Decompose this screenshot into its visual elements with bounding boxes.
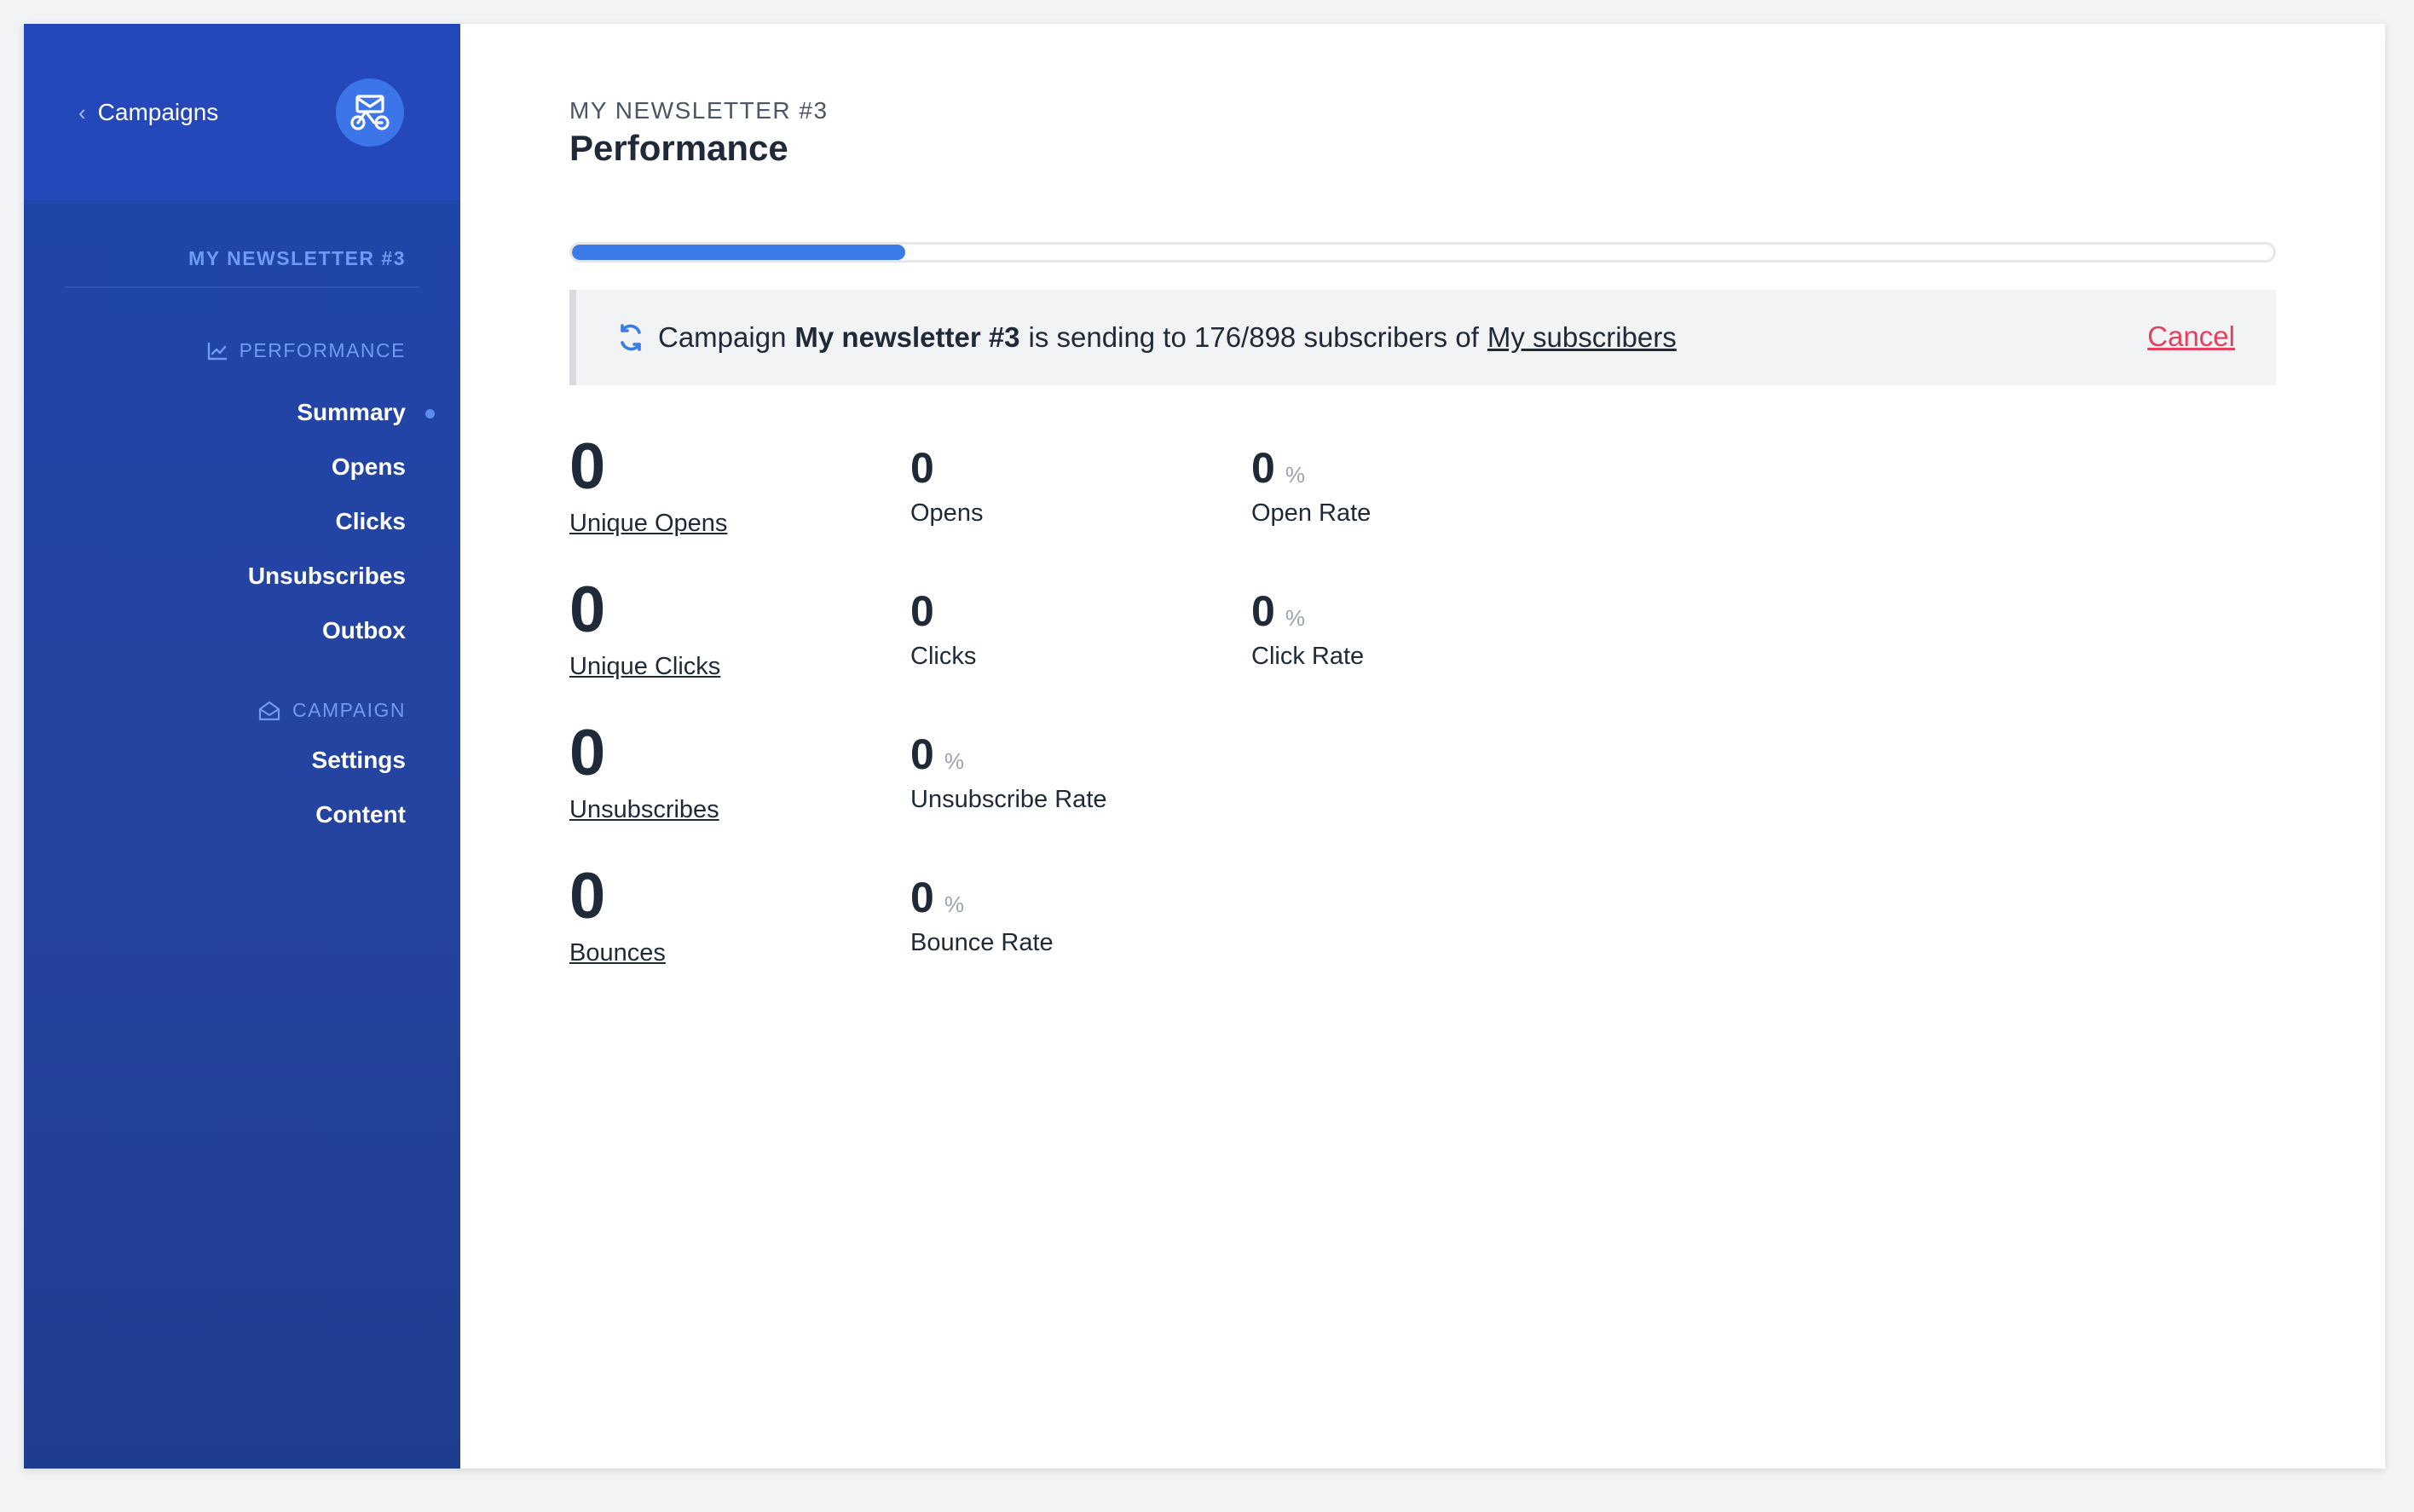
percent-unit: % xyxy=(1285,605,1305,631)
chevron-left-icon: ‹ xyxy=(78,100,86,125)
cancel-sending-button[interactable]: Cancel xyxy=(2147,320,2235,353)
stat-label: Bounce Rate xyxy=(910,929,1054,956)
unique-opens-link[interactable]: Unique Opens xyxy=(569,510,727,538)
stat-opens: 0 Opens xyxy=(910,447,983,528)
stat-value: 0 xyxy=(910,444,934,492)
percent-unit: % xyxy=(944,892,964,917)
sending-alert: Campaign My newsletter #3 is sending to … xyxy=(569,290,2276,385)
section-performance: PERFORMANCE xyxy=(207,339,406,362)
sidebar-header: ‹ Campaigns xyxy=(24,24,460,200)
stat-unique-clicks: 0 Unique Clicks xyxy=(569,578,720,681)
envelope-open-icon xyxy=(258,701,280,721)
app-window: ‹ Campaigns MY NEWSLETTER #3 PERFORMANCE… xyxy=(24,24,2385,1469)
section-campaign-title: CAMPAIGN xyxy=(292,699,406,721)
sidebar-item-unsubscribes[interactable]: Unsubscribes xyxy=(248,549,406,603)
stat-value: 0 xyxy=(569,430,606,503)
main-content: MY NEWSLETTER #3 Performance Campaign My… xyxy=(460,24,2385,1469)
alert-message: is sending to 176/898 subscribers of xyxy=(1028,321,1479,353)
subscriber-list-link[interactable]: My subscribers xyxy=(1487,321,1677,354)
sidebar-item-outbox[interactable]: Outbox xyxy=(322,603,406,658)
sidebar-item-settings[interactable]: Settings xyxy=(312,733,406,788)
stat-label: Click Rate xyxy=(1251,643,1365,670)
chart-icon xyxy=(207,342,228,361)
campaign-nav: Settings Content xyxy=(312,733,406,842)
back-link-label: Campaigns xyxy=(97,99,219,125)
stat-unique-opens: 0 Unique Opens xyxy=(569,435,727,538)
sending-progress-bar xyxy=(569,242,2276,263)
sidebar-item-label: Content xyxy=(315,801,406,828)
sidebar-item-label: Outbox xyxy=(322,617,406,643)
performance-nav: Summary Opens Clicks Unsubscribes Outbox xyxy=(248,385,435,658)
stat-click-rate: 0% Click Rate xyxy=(1251,590,1364,671)
newsletter-eyebrow: MY NEWSLETTER #3 xyxy=(569,97,829,124)
sidebar-item-opens[interactable]: Opens xyxy=(332,440,406,494)
section-campaign: CAMPAIGN xyxy=(258,699,406,722)
sidebar-item-label: Summary xyxy=(297,399,406,425)
logo-icon xyxy=(336,78,404,147)
stat-value: 0 xyxy=(569,717,606,789)
stat-value: 0 xyxy=(910,874,934,921)
stat-value: 0 xyxy=(910,587,934,635)
stat-value: 0 xyxy=(569,860,606,932)
unique-clicks-link[interactable]: Unique Clicks xyxy=(569,653,720,681)
stat-unsubscribes: 0 Unsubscribes xyxy=(569,721,719,824)
stat-bounce-rate: 0% Bounce Rate xyxy=(910,876,1054,957)
stat-label: Unsubscribe Rate xyxy=(910,786,1107,813)
stat-value: 0 xyxy=(1251,587,1275,635)
stat-open-rate: 0% Open Rate xyxy=(1251,447,1371,528)
sidebar-item-content[interactable]: Content xyxy=(315,788,406,842)
stat-value: 0 xyxy=(1251,444,1275,492)
stat-value: 0 xyxy=(569,574,606,646)
stat-clicks: 0 Clicks xyxy=(910,590,976,671)
section-performance-title: PERFORMANCE xyxy=(239,339,406,361)
sidebar-item-label: Opens xyxy=(331,453,406,480)
page-title: Performance xyxy=(569,128,788,168)
sidebar-item-clicks[interactable]: Clicks xyxy=(336,494,407,549)
stat-label: Clicks xyxy=(910,643,977,670)
stat-unsubscribe-rate: 0% Unsubscribe Rate xyxy=(910,733,1107,814)
sidebar-newsletter-name: MY NEWSLETTER #3 xyxy=(188,247,406,269)
alert-campaign-name: My newsletter #3 xyxy=(794,321,1020,353)
unsubscribes-link[interactable]: Unsubscribes xyxy=(569,796,719,824)
sidebar-item-label: Unsubscribes xyxy=(247,563,406,589)
stat-label: Opens xyxy=(910,499,984,527)
percent-unit: % xyxy=(944,748,964,774)
sidebar: ‹ Campaigns MY NEWSLETTER #3 PERFORMANCE… xyxy=(24,24,460,1469)
sidebar-divider xyxy=(65,286,419,288)
stat-bounces: 0 Bounces xyxy=(569,864,666,967)
sidebar-item-label: Settings xyxy=(311,747,406,773)
sidebar-item-label: Clicks xyxy=(335,508,407,534)
sidebar-item-summary[interactable]: Summary xyxy=(297,385,435,440)
bounces-link[interactable]: Bounces xyxy=(569,939,666,967)
sync-icon xyxy=(615,322,646,353)
percent-unit: % xyxy=(1285,462,1305,488)
back-to-campaigns-link[interactable]: ‹ Campaigns xyxy=(78,99,218,126)
alert-prefix: Campaign xyxy=(658,321,787,353)
stat-value: 0 xyxy=(910,730,934,778)
stat-label: Open Rate xyxy=(1251,499,1372,527)
progress-fill xyxy=(572,245,906,260)
active-indicator xyxy=(425,409,435,418)
